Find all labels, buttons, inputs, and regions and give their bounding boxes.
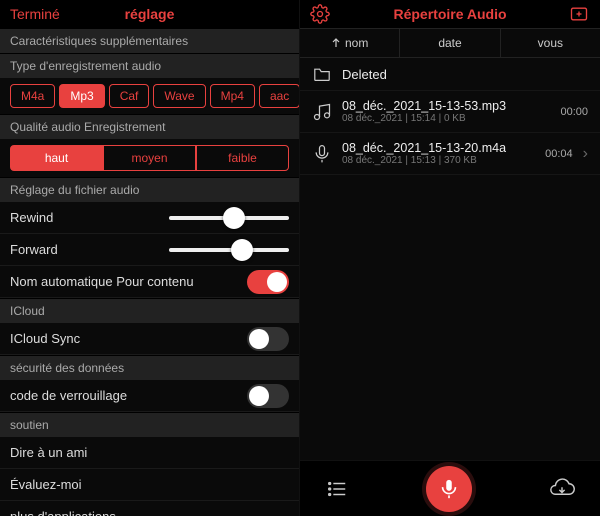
row-forward: Forward — [0, 234, 299, 266]
list-button[interactable] — [324, 478, 350, 500]
section-quality: Qualité audio Enregistrement — [0, 114, 299, 139]
section-security: sécurité des données — [0, 355, 299, 380]
sort-bar: nom date vous — [300, 28, 600, 58]
row-icloudsync: ICloud Sync — [0, 323, 299, 355]
format-mp3[interactable]: Mp3 — [59, 84, 104, 108]
music-note-icon — [312, 102, 332, 122]
sort-date-label: date — [438, 36, 461, 50]
settings-scroll[interactable]: Caractéristiques supplémentaires Type d'… — [0, 28, 299, 516]
row-moreapps[interactable]: plus d'applications — [0, 501, 299, 516]
quality-segmented: haut moyen faible — [0, 139, 299, 177]
add-folder-button[interactable] — [568, 4, 590, 24]
row-tell[interactable]: Dire à un ami — [0, 437, 299, 469]
library-title: Répertoire Audio — [300, 6, 600, 22]
autoname-label: Nom automatique Pour contenu — [10, 274, 194, 289]
row-rate[interactable]: Évaluez-moi — [0, 469, 299, 501]
icloudsync-switch[interactable] — [247, 327, 289, 351]
gear-icon — [310, 4, 330, 24]
forward-slider[interactable] — [169, 248, 289, 252]
file-row-0[interactable]: 08_déc._2021_15-13-53.mp3 08 déc._2021 |… — [300, 91, 600, 133]
settings-panel: Terminé réglage Caractéristiques supplém… — [0, 0, 300, 516]
rewind-label: Rewind — [10, 210, 53, 225]
file-name: 08_déc._2021_15-13-53.mp3 — [342, 99, 506, 113]
quality-medium[interactable]: moyen — [103, 145, 196, 171]
format-caf[interactable]: Caf — [109, 84, 150, 108]
rewind-slider[interactable] — [169, 216, 289, 220]
format-mp4[interactable]: Mp4 — [210, 84, 255, 108]
sort-name-label: nom — [345, 36, 368, 50]
autoname-switch[interactable] — [247, 270, 289, 294]
file-duration: 00:04 — [545, 148, 573, 160]
row-lockcode: code de verrouillage — [0, 380, 299, 412]
section-icloud: ICloud — [0, 298, 299, 323]
library-header: Répertoire Audio — [300, 0, 600, 28]
icloudsync-label: ICloud Sync — [10, 331, 80, 346]
bottom-toolbar — [300, 460, 600, 516]
folder-icon — [312, 66, 332, 82]
sort-you[interactable]: vous — [501, 29, 600, 57]
section-features: Caractéristiques supplémentaires — [0, 28, 299, 53]
settings-gear-button[interactable] — [310, 4, 330, 24]
done-button[interactable]: Terminé — [10, 6, 60, 22]
deleted-folder[interactable]: Deleted — [300, 58, 600, 91]
file-meta: 08 déc._2021 | 15:13 | 370 KB — [342, 155, 506, 166]
format-aac[interactable]: aac — [259, 84, 299, 108]
sort-name[interactable]: nom — [300, 29, 400, 57]
file-duration: 00:00 — [560, 106, 588, 118]
library-panel: Répertoire Audio nom date vous Deleted 0… — [300, 0, 600, 516]
format-segmented: M4a Mp3 Caf Wave Mp4 aac — [0, 78, 299, 114]
lockcode-switch[interactable] — [247, 384, 289, 408]
row-rewind: Rewind — [0, 202, 299, 234]
cloud-download-icon — [548, 478, 576, 500]
sort-you-label: vous — [538, 36, 563, 50]
cloud-download-button[interactable] — [548, 478, 576, 500]
section-support: soutien — [0, 412, 299, 437]
list-icon — [324, 478, 350, 500]
row-autoname: Nom automatique Pour contenu — [0, 266, 299, 298]
file-row-1[interactable]: 08_déc._2021_15-13-20.m4a 08 déc._2021 |… — [300, 133, 600, 175]
section-rectype: Type d'enregistrement audio — [0, 53, 299, 78]
quality-high[interactable]: haut — [10, 145, 103, 171]
moreapps-label: plus d'applications — [10, 509, 116, 516]
format-wave[interactable]: Wave — [153, 84, 205, 108]
deleted-label: Deleted — [342, 67, 387, 82]
mic-icon — [438, 478, 460, 500]
arrow-up-icon — [331, 38, 341, 48]
forward-label: Forward — [10, 242, 58, 257]
quality-low[interactable]: faible — [196, 145, 289, 171]
rate-label: Évaluez-moi — [10, 477, 82, 492]
section-filesetting: Réglage du fichier audio — [0, 177, 299, 202]
chevron-right-icon: › — [579, 145, 588, 163]
settings-header: Terminé réglage — [0, 0, 299, 28]
tell-label: Dire à un ami — [10, 445, 87, 460]
format-m4a[interactable]: M4a — [10, 84, 55, 108]
file-meta: 08 déc._2021 | 15:14 | 0 KB — [342, 113, 506, 124]
mic-icon — [312, 144, 332, 164]
sort-date[interactable]: date — [400, 29, 500, 57]
lockcode-label: code de verrouillage — [10, 388, 127, 403]
record-button[interactable] — [426, 466, 472, 512]
file-name: 08_déc._2021_15-13-20.m4a — [342, 141, 506, 155]
add-folder-icon — [568, 4, 590, 24]
